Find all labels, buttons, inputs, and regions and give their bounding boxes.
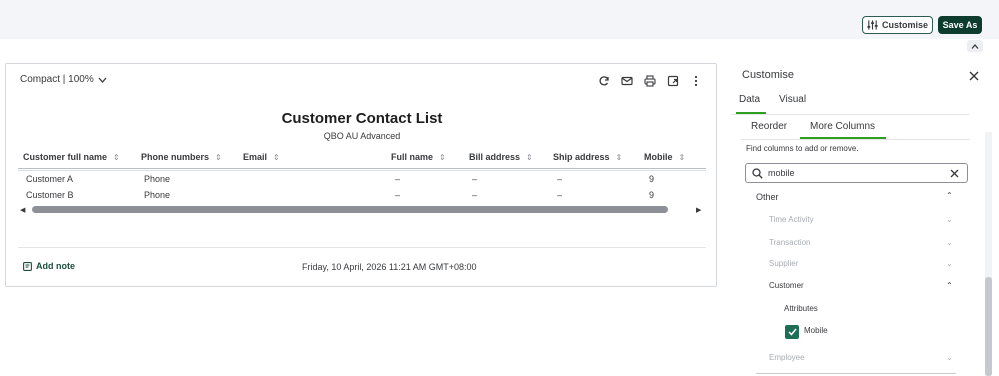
column-header-bill-address[interactable]: Bill address ⇕ xyxy=(469,150,533,164)
chevron-down-icon xyxy=(98,77,107,83)
tune-icon xyxy=(867,20,878,30)
sort-icon: ⇕ xyxy=(113,152,120,162)
email-button[interactable] xyxy=(619,73,634,88)
search-hint: Find columns to add or remove. xyxy=(746,144,859,153)
report-subtitle: QBO AU Advanced xyxy=(323,131,401,141)
panel-scrollbar-thumb[interactable] xyxy=(985,277,992,376)
email-icon xyxy=(620,76,633,85)
tree-divider xyxy=(756,373,956,374)
save-as-button[interactable]: Save As xyxy=(938,16,982,34)
subtabs-divider xyxy=(741,139,970,140)
panel-title: Customise xyxy=(742,69,794,81)
more-options-button[interactable] xyxy=(688,73,703,88)
customise-panel: Customise Data Visual Reorder More Colum… xyxy=(731,56,999,376)
print-button[interactable] xyxy=(642,73,657,88)
refresh-button[interactable] xyxy=(596,73,611,88)
collapse-header-button[interactable] xyxy=(967,40,983,52)
table-cell: – xyxy=(472,174,478,184)
refresh-icon xyxy=(599,75,609,85)
export-icon xyxy=(667,75,678,86)
customise-button-label: Customise xyxy=(881,20,928,30)
subtab-reorder[interactable]: Reorder xyxy=(751,121,787,132)
chevron-down-icon[interactable]: ⌄ xyxy=(946,259,953,268)
chevron-down-icon[interactable]: ⌄ xyxy=(946,238,953,247)
tab-visual[interactable]: Visual xyxy=(779,94,806,105)
clear-search-button[interactable] xyxy=(950,165,959,181)
category-transaction[interactable]: Transaction xyxy=(769,238,969,247)
category-time-activity[interactable]: Time Activity xyxy=(769,215,969,224)
print-icon xyxy=(643,74,656,87)
check-icon xyxy=(787,328,797,336)
column-search-input[interactable]: mobile xyxy=(745,163,968,183)
search-value: mobile xyxy=(768,168,795,178)
view-mode-value: Compact | 100% xyxy=(20,74,94,85)
chevron-up-icon[interactable]: ⌃ xyxy=(946,281,953,290)
scroll-left-arrow-icon[interactable]: ◀ xyxy=(20,206,25,214)
table-cell[interactable]: Customer B xyxy=(26,190,74,200)
table-cell: 9 xyxy=(649,190,655,200)
category-employee[interactable]: Employee xyxy=(769,353,969,362)
table-cell: Phone xyxy=(144,174,171,184)
report-title: Customer Contact List xyxy=(281,110,443,127)
header-divider-secondary xyxy=(18,170,706,171)
scroll-right-arrow-icon[interactable]: ▶ xyxy=(696,206,701,214)
more-vert-icon xyxy=(694,75,697,86)
header-divider xyxy=(18,168,706,169)
table-cell: – xyxy=(557,190,563,200)
column-header-full-name[interactable]: Full name ⇕ xyxy=(391,150,446,164)
search-icon xyxy=(752,167,763,179)
chevron-up-icon[interactable]: ⌃ xyxy=(946,191,953,200)
column-header-email[interactable]: Email ⇕ xyxy=(243,150,280,164)
sort-icon: ⇕ xyxy=(439,152,446,162)
chevron-down-icon[interactable]: ⌄ xyxy=(946,353,953,362)
sort-icon: ⇕ xyxy=(678,152,686,162)
table-cell[interactable]: Customer A xyxy=(26,174,73,184)
column-header-mobile[interactable]: Mobile ⇕ xyxy=(644,150,685,164)
report-card: Compact | 100% Customer Contact List QBO… xyxy=(5,63,717,287)
attributes-heading: Attributes xyxy=(784,304,818,313)
table-cell: Phone xyxy=(144,190,171,200)
note-icon xyxy=(23,261,32,271)
report-toolbar xyxy=(596,73,703,88)
category-supplier[interactable]: Supplier xyxy=(769,259,969,268)
chevron-up-icon xyxy=(971,43,979,49)
add-note-button[interactable]: Add note xyxy=(23,261,75,271)
column-header-phone-numbers[interactable]: Phone numbers ⇕ xyxy=(141,150,222,164)
column-header-customer-full-name[interactable]: Customer full name ⇕ xyxy=(23,150,120,164)
mobile-checkbox-label: Mobile xyxy=(804,326,828,335)
table-cell: – xyxy=(557,174,563,184)
footer-divider xyxy=(18,247,706,248)
group-other[interactable]: Other xyxy=(756,192,956,202)
scrollbar-thumb[interactable] xyxy=(32,206,668,213)
sort-icon: ⇕ xyxy=(215,152,222,162)
customise-button[interactable]: Customise xyxy=(862,16,933,34)
column-header-ship-address[interactable]: Ship address ⇕ xyxy=(553,150,622,164)
close-icon xyxy=(969,71,979,81)
sort-icon: ⇕ xyxy=(273,152,280,162)
view-mode-dropdown[interactable]: Compact | 100% xyxy=(20,74,107,85)
mobile-checkbox[interactable] xyxy=(785,325,799,339)
table-cell: – xyxy=(395,190,401,200)
report-timestamp: Friday, 10 April, 2026 11:21 AM GMT+08:0… xyxy=(302,262,477,272)
sort-icon: ⇕ xyxy=(526,152,533,162)
table-cell: – xyxy=(395,174,401,184)
category-customer[interactable]: Customer xyxy=(769,281,969,290)
table-cell: 9 xyxy=(649,174,655,184)
close-icon xyxy=(950,169,959,178)
top-bar xyxy=(0,0,999,39)
table-cell: – xyxy=(472,190,478,200)
horizontal-scrollbar[interactable]: ◀ ▶ xyxy=(18,204,706,214)
tabs-divider xyxy=(731,114,969,115)
add-note-label: Add note xyxy=(36,261,75,271)
subtab-more-columns[interactable]: More Columns xyxy=(810,121,875,132)
tab-data[interactable]: Data xyxy=(739,94,760,105)
sort-icon: ⇕ xyxy=(615,152,623,162)
close-panel-button[interactable] xyxy=(969,68,979,84)
export-button[interactable] xyxy=(665,73,680,88)
chevron-down-icon[interactable]: ⌄ xyxy=(946,215,953,224)
